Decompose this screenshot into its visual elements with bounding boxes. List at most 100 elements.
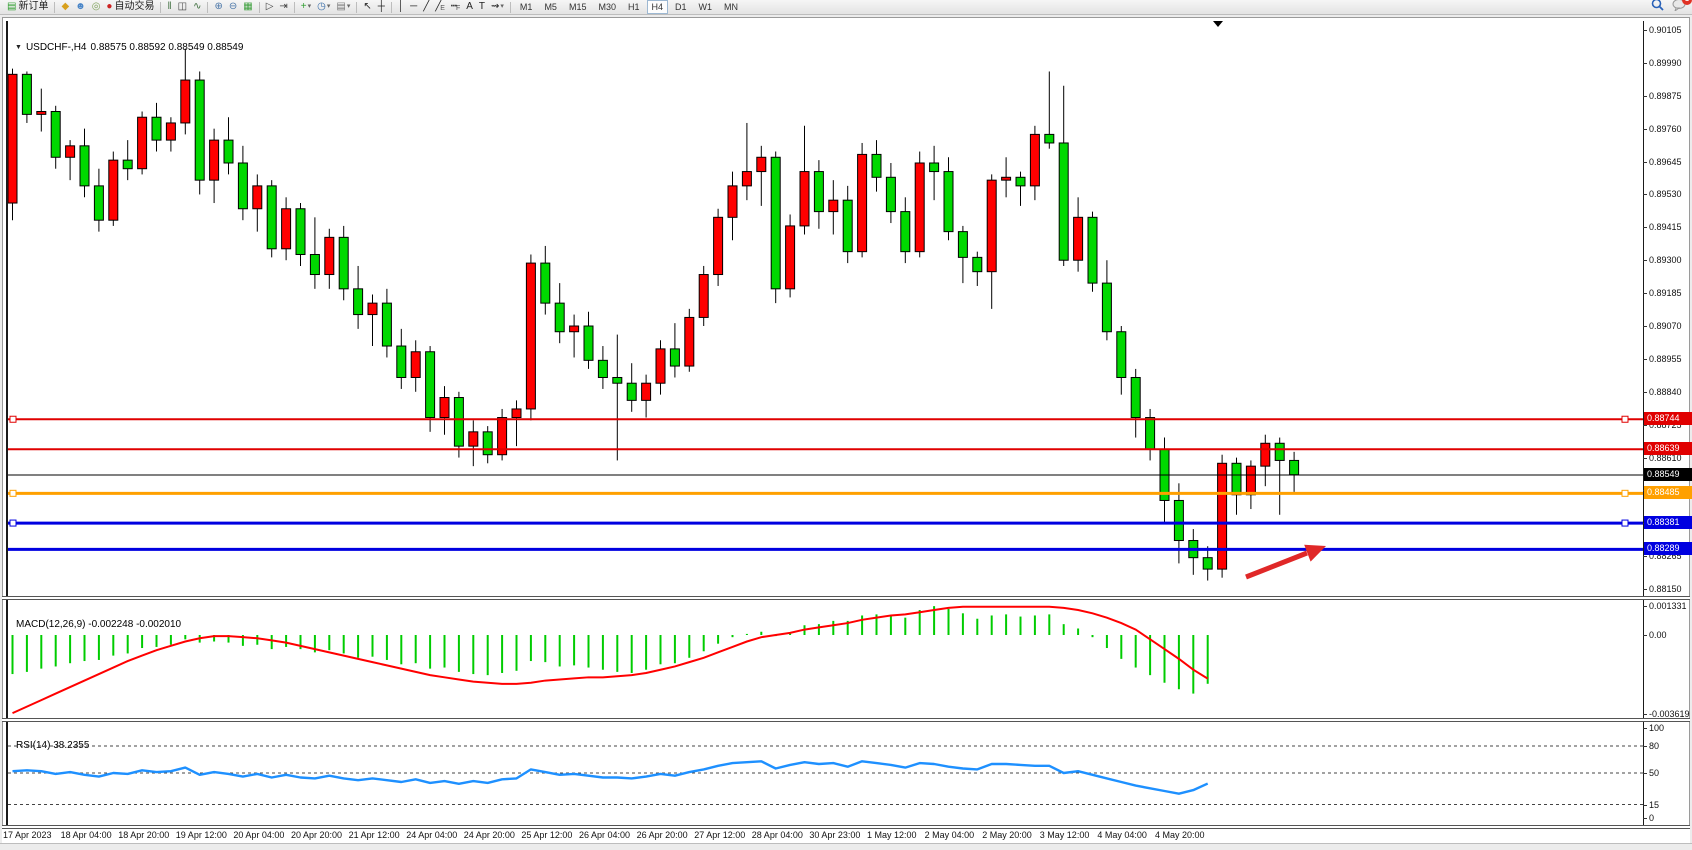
indicators-icon[interactable]: +▾ (298, 1, 314, 14)
autotrade-button[interactable]: ●自动交易 (103, 1, 157, 14)
candle-bullish (181, 80, 190, 123)
candle-bullish (325, 237, 334, 274)
timeframe-h1[interactable]: H1 (623, 0, 645, 14)
timeframe-m30[interactable]: M30 (593, 0, 621, 14)
timeframe-m15[interactable]: M15 (564, 0, 592, 14)
candle-bearish (238, 163, 247, 209)
price-tick: 0.89415 (1649, 222, 1682, 232)
timeframe-m5[interactable]: M5 (539, 0, 562, 14)
tick-mark (1643, 392, 1647, 393)
timeframe-m1[interactable]: M1 (515, 0, 538, 14)
candle-bullish (829, 200, 838, 211)
candle-bullish (1246, 466, 1255, 495)
tick-mark (1643, 162, 1647, 163)
candle-bearish (1016, 177, 1025, 186)
panel-separator[interactable] (2, 718, 1690, 722)
rsi-tick: 80 (1649, 741, 1659, 751)
templates-icon[interactable]: ▤▾ (333, 1, 353, 14)
search-icon[interactable] (1651, 0, 1664, 16)
timeframe-d1[interactable]: D1 (670, 0, 692, 14)
candle-bearish (843, 200, 852, 251)
candle-bullish (1002, 177, 1011, 180)
metaeditor-icon[interactable]: ◆ (58, 1, 72, 14)
tile-windows-icon[interactable]: ▦ (240, 1, 255, 14)
periods-clock-icon[interactable]: ◷▾ (314, 1, 333, 14)
candle-bearish (310, 255, 319, 275)
crosshair-icon: ┼ (378, 1, 385, 13)
zoom-out-icon[interactable]: ⊖ (226, 1, 240, 14)
chart-candles-icon[interactable]: ◫ (175, 1, 190, 14)
candlestick-chart[interactable] (8, 21, 1643, 597)
macd-signal-line (13, 607, 1208, 713)
time-tick: 24 Apr 04:00 (406, 830, 457, 840)
arrow-annotation-head (1304, 545, 1326, 562)
panel-separator[interactable] (2, 825, 1690, 829)
auto-scroll-icon[interactable]: ▷ (263, 1, 277, 14)
macd-panel[interactable] (8, 599, 1643, 717)
chart-shift-icon: ⇥ (279, 1, 287, 13)
chat-icon[interactable]: 1 (1672, 0, 1686, 16)
new-order-button-label: 新订单 (18, 1, 48, 13)
zoom-in-icon[interactable]: ⊕ (211, 1, 225, 14)
candle-bearish (670, 349, 679, 366)
toolbar-separator (259, 2, 260, 13)
periods-clock-icon-dropdown[interactable]: ▾ (327, 1, 331, 13)
candle-bearish (397, 346, 406, 377)
arrows-icon[interactable]: ⇝▾ (488, 1, 507, 14)
templates-icon-dropdown[interactable]: ▾ (347, 1, 351, 13)
panel-separator[interactable] (2, 596, 1690, 600)
toolbar-separator (510, 2, 511, 13)
timeframe-h4[interactable]: H4 (647, 0, 669, 14)
line-handle (10, 490, 16, 496)
chart-line-icon[interactable]: ∿ (190, 1, 204, 14)
time-tick: 18 Apr 20:00 (118, 830, 169, 840)
candle-bearish (1232, 463, 1241, 494)
fibonacci-icon[interactable]: ┅F (448, 1, 463, 14)
horizontal-line-icon[interactable]: ─ (407, 1, 420, 14)
cursor-icon[interactable]: ↖ (360, 1, 374, 14)
candle-bearish (1102, 283, 1111, 332)
candle-bullish (66, 146, 75, 157)
macd-tick: -0.003619 (1649, 709, 1690, 719)
candle-bullish (1030, 134, 1039, 185)
price-tick: 0.89645 (1649, 157, 1682, 167)
tick-mark (1643, 635, 1647, 636)
candle-bullish (685, 317, 694, 366)
candle-bullish (800, 172, 809, 226)
community-icon: ☻ (75, 1, 86, 13)
indicators-icon-dropdown[interactable]: ▾ (308, 1, 312, 13)
crosshair-icon[interactable]: ┼ (375, 1, 388, 14)
candle-bearish (123, 160, 132, 169)
chart-bars-icon: ‖ (167, 1, 171, 13)
chart-line-icon: ∿ (193, 1, 201, 13)
arrows-icon-dropdown[interactable]: ▾ (500, 1, 504, 13)
zoom-in-icon: ⊕ (214, 1, 222, 13)
vertical-line-icon[interactable]: │ (395, 1, 407, 14)
tick-mark (1643, 728, 1647, 729)
trendline-icon[interactable]: ╱ (420, 1, 432, 14)
candle-bearish (94, 186, 103, 220)
text-icon: A (466, 1, 473, 13)
timeframe-w1[interactable]: W1 (694, 0, 718, 14)
toolbar-separator (207, 2, 208, 13)
text-icon[interactable]: A (463, 1, 476, 14)
time-tick: 17 Apr 2023 (3, 830, 52, 840)
chart-shift-icon[interactable]: ⇥ (276, 1, 290, 14)
new-order-button[interactable]: ▤新订单 (4, 1, 51, 14)
candle-bearish (1045, 134, 1054, 143)
candle-bearish (22, 74, 31, 114)
price-tick: 0.88955 (1649, 354, 1682, 364)
chart-bars-icon[interactable]: ‖ (164, 1, 174, 14)
rsi-panel[interactable] (8, 721, 1643, 826)
price-tick: 0.90105 (1649, 25, 1682, 35)
channel-icon[interactable]: ╱E (432, 1, 448, 14)
tick-mark (1643, 746, 1647, 747)
candle-bearish (814, 172, 823, 212)
templates-icon: ▤ (336, 1, 345, 13)
candle-bearish (1117, 332, 1126, 378)
timeframe-mn[interactable]: MN (719, 0, 743, 14)
signals-icon[interactable]: ◎ (89, 1, 104, 14)
tick-mark (1643, 30, 1647, 31)
community-icon[interactable]: ☻ (72, 1, 89, 14)
label-icon[interactable]: T (476, 1, 488, 14)
